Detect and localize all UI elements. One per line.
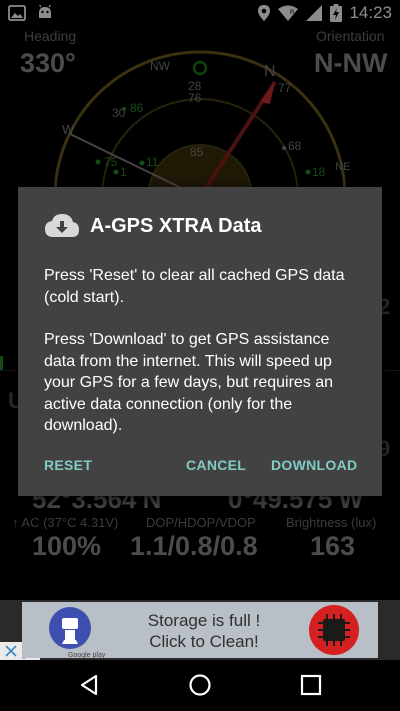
dialog-header: A-GPS XTRA Data xyxy=(44,213,262,239)
agps-dialog: A-GPS XTRA Data Press 'Reset' to clear a… xyxy=(18,187,382,496)
cancel-button[interactable]: CANCEL xyxy=(186,457,246,473)
recents-icon[interactable] xyxy=(300,674,322,696)
cloud-download-icon xyxy=(45,214,79,237)
ad-content[interactable]: Google play Storage is full ! Click to C… xyxy=(22,602,378,659)
home-icon[interactable] xyxy=(188,673,212,697)
navigation-bar xyxy=(0,660,400,711)
memory-chip-icon xyxy=(309,605,359,655)
reset-button[interactable]: RESET xyxy=(44,457,92,473)
close-icon[interactable] xyxy=(2,642,20,660)
cleaner-app-icon xyxy=(49,607,91,649)
google-play-label: Google play xyxy=(68,652,106,659)
dialog-message-reset: Press 'Reset' to clear all cached GPS da… xyxy=(44,267,345,306)
ad-line-2: Click to Clean! xyxy=(149,632,259,651)
ad-banner[interactable]: Google play Storage is full ! Click to C… xyxy=(0,600,400,660)
download-button[interactable]: DOWNLOAD xyxy=(271,457,357,473)
dialog-title: A-GPS XTRA Data xyxy=(90,214,262,237)
dialog-message: Press 'Reset' to clear all cached GPS da… xyxy=(44,265,364,437)
ad-line-1: Storage is full ! xyxy=(147,611,261,630)
dialog-message-download: Press 'Download' to get GPS assistance d… xyxy=(44,331,334,434)
back-icon[interactable] xyxy=(77,673,101,697)
ad-text: Storage is full ! Click to Clean! xyxy=(114,610,294,652)
